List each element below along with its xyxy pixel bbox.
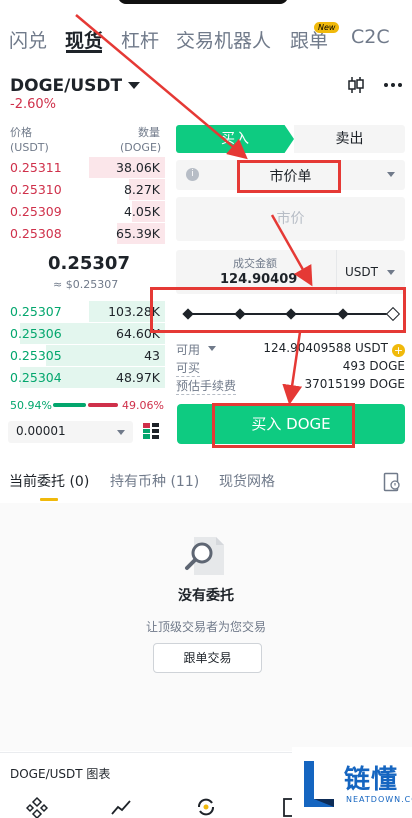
slider-step-75[interactable] <box>337 308 349 320</box>
ask-price: 0.25310 <box>10 182 62 197</box>
tab-trading-bots[interactable]: 交易机器人 <box>176 26 271 53</box>
sell-ratio: 49.06% <box>122 399 164 412</box>
bid-price: 0.25305 <box>10 348 62 363</box>
bid-price: 0.25307 <box>10 304 62 319</box>
price-change: -2.60% <box>10 97 56 112</box>
precision-select[interactable]: 0.00001 <box>8 421 133 443</box>
order-type-label: 市价单 <box>269 169 312 185</box>
orderbook-layout-icon[interactable] <box>142 422 160 440</box>
buyable-row: 可买 493 DOGE <box>176 359 405 377</box>
ask-qty: 38.06K <box>116 160 160 175</box>
ask-qty: 4.05K <box>123 204 160 219</box>
order-type-select[interactable]: i 市价单 <box>176 160 405 190</box>
slider-handle[interactable] <box>385 306 401 322</box>
order-history-icon[interactable] <box>383 472 401 492</box>
bid-qty: 48.97K <box>116 370 160 385</box>
ask-price: 0.25309 <box>10 204 62 219</box>
fee-value: 37015199 DOGE <box>304 377 405 391</box>
markets-icon[interactable] <box>110 796 132 818</box>
orderbook-ask-row[interactable]: 0.25308 65.39K <box>0 223 165 244</box>
tab-open-orders[interactable]: 当前委托 (0) <box>9 471 89 491</box>
amount-input[interactable]: 成交金额 124.90409 USDT <box>176 250 405 294</box>
chevron-down-icon <box>387 172 395 177</box>
tab-spot-grid[interactable]: 现货网格 <box>219 471 275 491</box>
orderbook-price-header: 价格 (USDT) <box>10 126 49 154</box>
buy-tab[interactable]: 买入 <box>176 125 294 153</box>
trade-type-nav: 闪兑 现货 杠杆 交易机器人 跟单 New C2C <box>0 0 412 78</box>
ask-qty: 8.27K <box>123 182 160 197</box>
buyable-label: 可买 <box>176 361 201 377</box>
chart-bar-label: DOGE/USDT 图表 <box>10 767 111 781</box>
bid-qty: 43 <box>144 348 160 363</box>
bid-qty: 103.28K <box>108 304 160 319</box>
fee-row: 预估手续费 37015199 DOGE <box>176 377 405 395</box>
orderbook-qty-header: 数量 (DOGE) <box>120 126 162 154</box>
ask-price: 0.25308 <box>10 226 62 241</box>
buy-doge-button[interactable]: 买入 DOGE <box>177 404 405 444</box>
slider-step-25[interactable] <box>234 308 246 320</box>
tab-spot[interactable]: 现货 <box>65 26 103 53</box>
sell-tab[interactable]: 卖出 <box>294 125 405 153</box>
amount-label: 成交金额 <box>233 257 277 270</box>
orderbook-bid-row[interactable]: 0.25304 48.97K <box>0 367 165 388</box>
buyable-value: 493 DOGE <box>342 359 405 373</box>
tab-margin[interactable]: 杠杆 <box>121 26 159 53</box>
price-input[interactable]: 市价 <box>176 197 405 241</box>
watermark-domain: NEATDOWN.COM <box>346 795 412 804</box>
bid-price: 0.25306 <box>10 326 62 341</box>
orderbook-ask-row[interactable]: 0.25309 4.05K <box>0 201 165 222</box>
amount-unit: USDT <box>345 265 378 279</box>
trade-icon[interactable] <box>195 796 217 818</box>
ask-price: 0.25311 <box>10 160 62 175</box>
tab-holdings[interactable]: 持有币种 (11) <box>110 471 199 491</box>
empty-subtitle: 让顶级交易者为您交易 <box>145 620 266 634</box>
sell-ratio-bar <box>88 403 118 407</box>
chevron-down-icon <box>387 270 395 275</box>
pair-dropdown-icon[interactable] <box>128 82 140 89</box>
orderbook-bid-row[interactable]: 0.25307 103.28K <box>0 301 165 322</box>
chevron-down-icon[interactable] <box>208 346 216 351</box>
watermark-brand: 链懂 <box>344 765 399 795</box>
no-orders-icon <box>185 537 224 575</box>
fee-label: 预估手续费 <box>176 379 237 395</box>
neatdown-logo-icon <box>304 761 334 807</box>
orderbook-bid-row[interactable]: 0.25306 64.60K <box>0 323 165 344</box>
orderbook-bid-row[interactable]: 0.25305 43 <box>0 345 165 366</box>
orderbook-ask-row[interactable]: 0.25311 38.06K <box>0 157 165 178</box>
active-tab-indicator <box>66 50 102 53</box>
more-options-icon[interactable] <box>383 76 403 94</box>
pair-symbol[interactable]: DOGE/USDT <box>10 76 122 96</box>
orders-tabs: 当前委托 (0) 持有币种 (11) 现货网格 <box>0 466 412 501</box>
precision-value: 0.00001 <box>16 424 66 438</box>
tab-convert[interactable]: 闪兑 <box>9 26 47 53</box>
amount-value: 124.90409 <box>220 272 298 287</box>
ask-qty: 65.39K <box>116 226 160 241</box>
copy-trading-button[interactable]: 跟单交易 <box>153 643 262 673</box>
orderbook-ask-row[interactable]: 0.25310 8.27K <box>0 179 165 200</box>
bid-qty: 64.60K <box>116 326 160 341</box>
candlestick-chart-icon[interactable] <box>347 76 365 94</box>
amount-slider[interactable] <box>182 305 401 323</box>
slider-step-50[interactable] <box>285 308 297 320</box>
active-tab-indicator <box>40 498 58 501</box>
new-badge: New <box>314 22 340 33</box>
watermark: 链懂 NEATDOWN.COM <box>292 747 412 818</box>
empty-title: 没有委托 <box>178 588 234 604</box>
home-icon[interactable] <box>26 796 48 818</box>
last-price-usd: ≈ $0.25307 <box>53 278 119 291</box>
buy-ratio: 50.94% <box>10 399 52 412</box>
chevron-down-icon <box>117 430 125 435</box>
tab-c2c[interactable]: C2C <box>351 26 390 48</box>
amount-unit-select[interactable]: USDT <box>336 250 405 294</box>
buy-sell-toggle: 买入 卖出 <box>176 125 405 153</box>
bid-price: 0.25304 <box>10 370 62 385</box>
available-row: 可用 124.90409588 USDT + <box>176 341 405 359</box>
available-label: 可用 <box>176 343 201 357</box>
add-funds-icon[interactable]: + <box>392 344 405 357</box>
buy-ratio-bar <box>53 403 86 407</box>
last-price: 0.25307 <box>48 253 130 274</box>
available-value: 124.90409588 USDT + <box>263 341 405 357</box>
slider-step-0[interactable] <box>182 308 194 320</box>
